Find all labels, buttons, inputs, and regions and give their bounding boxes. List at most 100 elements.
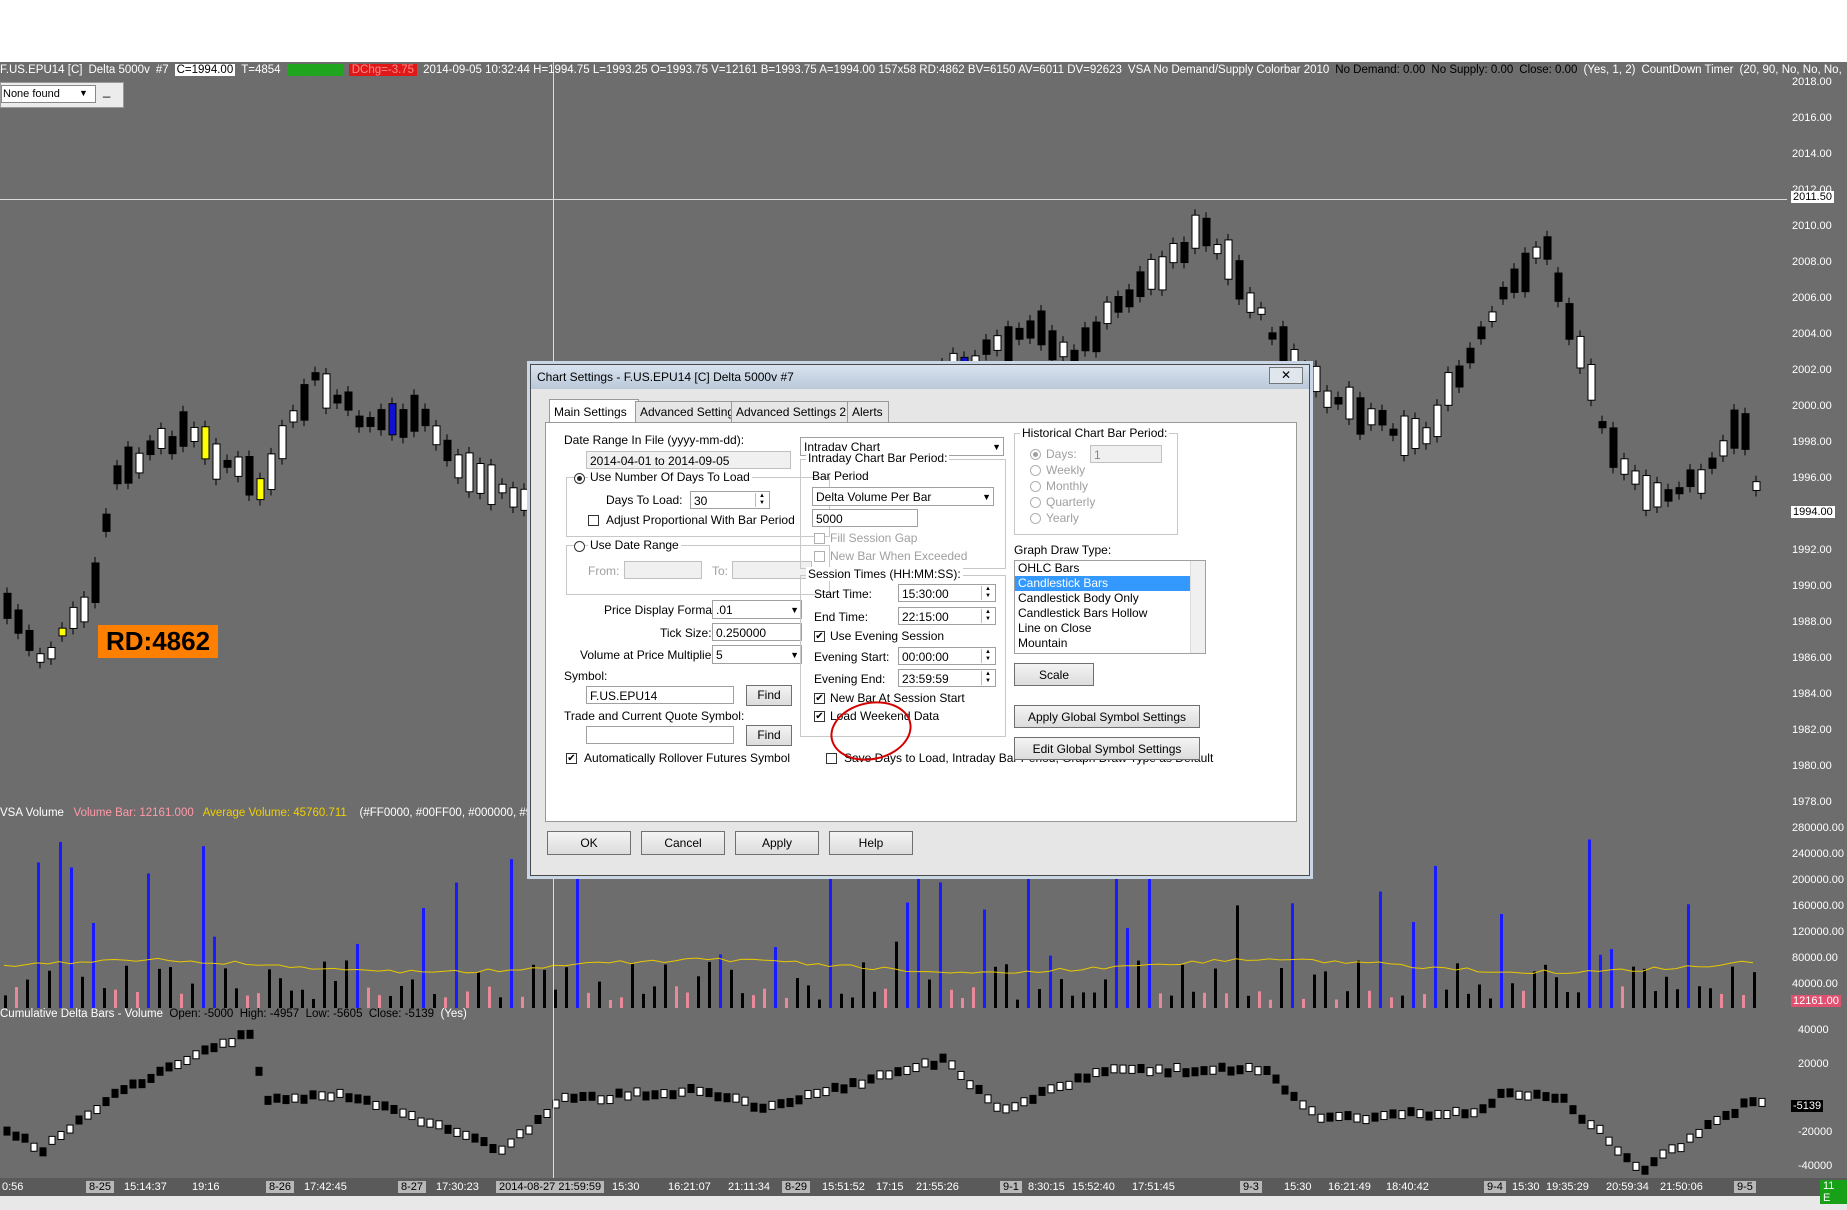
chevron-down-icon[interactable]: ▼ — [790, 646, 799, 664]
end-time-input[interactable]: 22:15:00 ▲ ▼ — [898, 607, 996, 625]
list-item-ohlc[interactable]: OHLC Bars — [1015, 561, 1190, 576]
trade-symbol-input[interactable] — [586, 726, 734, 744]
delta-bar — [525, 1125, 533, 1135]
use-date-range-radio[interactable] — [574, 541, 585, 552]
find-symbol-button[interactable]: Find — [746, 685, 792, 706]
delta-bar — [516, 1129, 524, 1139]
volume-bar — [246, 995, 249, 1008]
use-evening-session-checkbox[interactable]: ✔ — [814, 631, 825, 642]
graph-draw-type-list[interactable]: OHLC Bars Candlestick Bars Candlestick B… — [1014, 560, 1206, 654]
candle-body — [476, 463, 485, 494]
candle-body — [509, 487, 518, 508]
list-item-candle-body[interactable]: Candlestick Body Only — [1015, 591, 1190, 606]
list-item-line-close[interactable]: Line on Close — [1015, 621, 1190, 636]
rollover-checkbox[interactable]: ✔ — [566, 753, 577, 764]
volume-bar — [1522, 990, 1525, 1008]
list-scrollbar[interactable] — [1190, 561, 1205, 653]
volume-bar — [1390, 997, 1393, 1008]
chevron-down-icon[interactable]: ▼ — [790, 601, 799, 619]
tab-advanced-settings-2[interactable]: Advanced Settings 2 — [731, 401, 853, 422]
candle-body — [410, 394, 419, 432]
delta-low: Low: -5605 — [305, 1008, 363, 1020]
use-evening-session-label: Use Evening Session — [830, 629, 945, 643]
ok-button[interactable]: OK — [547, 831, 631, 855]
adjust-proportional-label: Adjust Proportional With Bar Period — [606, 513, 795, 527]
load-weekend-checkbox[interactable]: ✔ — [814, 711, 825, 722]
volume-bar — [829, 861, 832, 1008]
candle-body — [201, 426, 210, 460]
volume-bar — [1181, 964, 1184, 1008]
dialog-title-bar[interactable]: Chart Settings - F.US.EPU14 [C] Delta 50… — [531, 365, 1309, 389]
delta-bar — [759, 1103, 767, 1113]
tab-main-settings[interactable]: Main Settings — [549, 399, 639, 422]
scale-button[interactable]: Scale — [1014, 663, 1094, 686]
volume-bar — [422, 907, 425, 1008]
volume-tick-label: 280000.00 — [1792, 822, 1844, 834]
delta-bar — [885, 1070, 893, 1080]
delta-bar — [777, 1099, 785, 1109]
price-tick-label: 1998.00 — [1792, 436, 1832, 448]
use-days-radio[interactable] — [574, 473, 585, 484]
hist-monthly-label: Monthly — [1046, 479, 1089, 493]
delta-bar — [1290, 1091, 1298, 1101]
evening-end-input[interactable]: 23:59:59 ▲ ▼ — [898, 669, 996, 687]
chevron-down-icon[interactable]: ▼ — [79, 88, 88, 98]
new-bar-session-start-checkbox[interactable]: ✔ — [814, 693, 825, 704]
study-name: VSA No Demand/Supply Colorbar 2010 — [1127, 64, 1330, 76]
cancel-button[interactable]: Cancel — [641, 831, 725, 855]
symbol-input[interactable]: F.US.EPU14 — [586, 686, 734, 704]
candle-body — [1521, 252, 1530, 293]
study-combo[interactable]: None found ▼ _ — [0, 82, 124, 108]
list-item-mountain[interactable]: Mountain — [1015, 636, 1190, 651]
bar-period-amount-input[interactable]: 5000 — [812, 509, 918, 527]
spinner-icon[interactable]: ▲ ▼ — [755, 493, 768, 507]
spinner-icon[interactable]: ▲ ▼ — [981, 586, 994, 600]
start-time-input[interactable]: 15:30:00 ▲ ▼ — [898, 584, 996, 602]
minimize-icon[interactable]: _ — [103, 83, 110, 98]
find-trade-symbol-button[interactable]: Find — [746, 725, 792, 746]
volume-bar — [1357, 960, 1360, 1008]
list-item-candle-hollow[interactable]: Candlestick Bars Hollow — [1015, 606, 1190, 621]
tab-alerts[interactable]: Alerts — [847, 401, 889, 422]
volume-tick-label: 40000.00 — [1792, 978, 1838, 990]
save-default-checkbox[interactable] — [826, 753, 837, 764]
tab-advanced-settings[interactable]: Advanced Settings — [635, 401, 740, 422]
edit-global-button[interactable]: Edit Global Symbol Settings — [1014, 737, 1200, 760]
bar-period-select[interactable]: Delta Volume Per Bar ▼ — [812, 487, 994, 506]
apply-button[interactable]: Apply — [735, 831, 819, 855]
delta-bar — [381, 1101, 389, 1111]
chart-settings-dialog[interactable]: Chart Settings - F.US.EPU14 [C] Delta 50… — [530, 364, 1310, 876]
date-range-field: 2014-04-01 to 2014-09-05 — [586, 451, 791, 469]
candle-body — [465, 452, 474, 493]
evening-start-input[interactable]: 00:00:00 ▲ ▼ — [898, 647, 996, 665]
chevron-down-icon[interactable]: ▼ — [992, 438, 1001, 456]
delta-bar — [1182, 1068, 1190, 1078]
spinner-icon[interactable]: ▲ ▼ — [981, 609, 994, 623]
price-display-format-value: .01 — [716, 603, 733, 617]
delta-bar — [948, 1060, 956, 1070]
volume-tick-label: 160000.00 — [1792, 900, 1844, 912]
days-to-load-input[interactable]: 30 ▲ ▼ — [690, 491, 770, 509]
spinner-icon[interactable]: ▲ ▼ — [981, 671, 994, 685]
help-button[interactable]: Help — [829, 831, 913, 855]
delta-bar — [147, 1073, 155, 1083]
evening-end-value: 23:59:59 — [902, 672, 949, 686]
delta-bar — [1263, 1066, 1271, 1076]
delta-bar — [894, 1067, 902, 1077]
apply-global-button[interactable]: Apply Global Symbol Settings — [1014, 705, 1200, 728]
delta-bar — [345, 1093, 353, 1103]
candle-body — [1367, 408, 1376, 426]
adjust-proportional-checkbox[interactable] — [588, 515, 599, 526]
volume-bar — [92, 922, 95, 1008]
vap-multiplier-select[interactable]: 5 ▼ — [712, 645, 802, 664]
price-display-format-select[interactable]: .01 ▼ — [712, 600, 802, 619]
last-delta-label: -5139 — [1791, 1100, 1824, 1112]
delta-bar — [480, 1137, 488, 1147]
spinner-icon[interactable]: ▲ ▼ — [981, 649, 994, 663]
list-item-candlestick[interactable]: Candlestick Bars — [1015, 576, 1190, 591]
tick-size-input[interactable]: 0.250000 — [712, 623, 802, 641]
volume-bar — [1247, 995, 1250, 1008]
chevron-down-icon[interactable]: ▼ — [982, 488, 991, 506]
close-button[interactable]: ✕ — [1269, 367, 1303, 384]
delta-bar — [1560, 1093, 1568, 1103]
